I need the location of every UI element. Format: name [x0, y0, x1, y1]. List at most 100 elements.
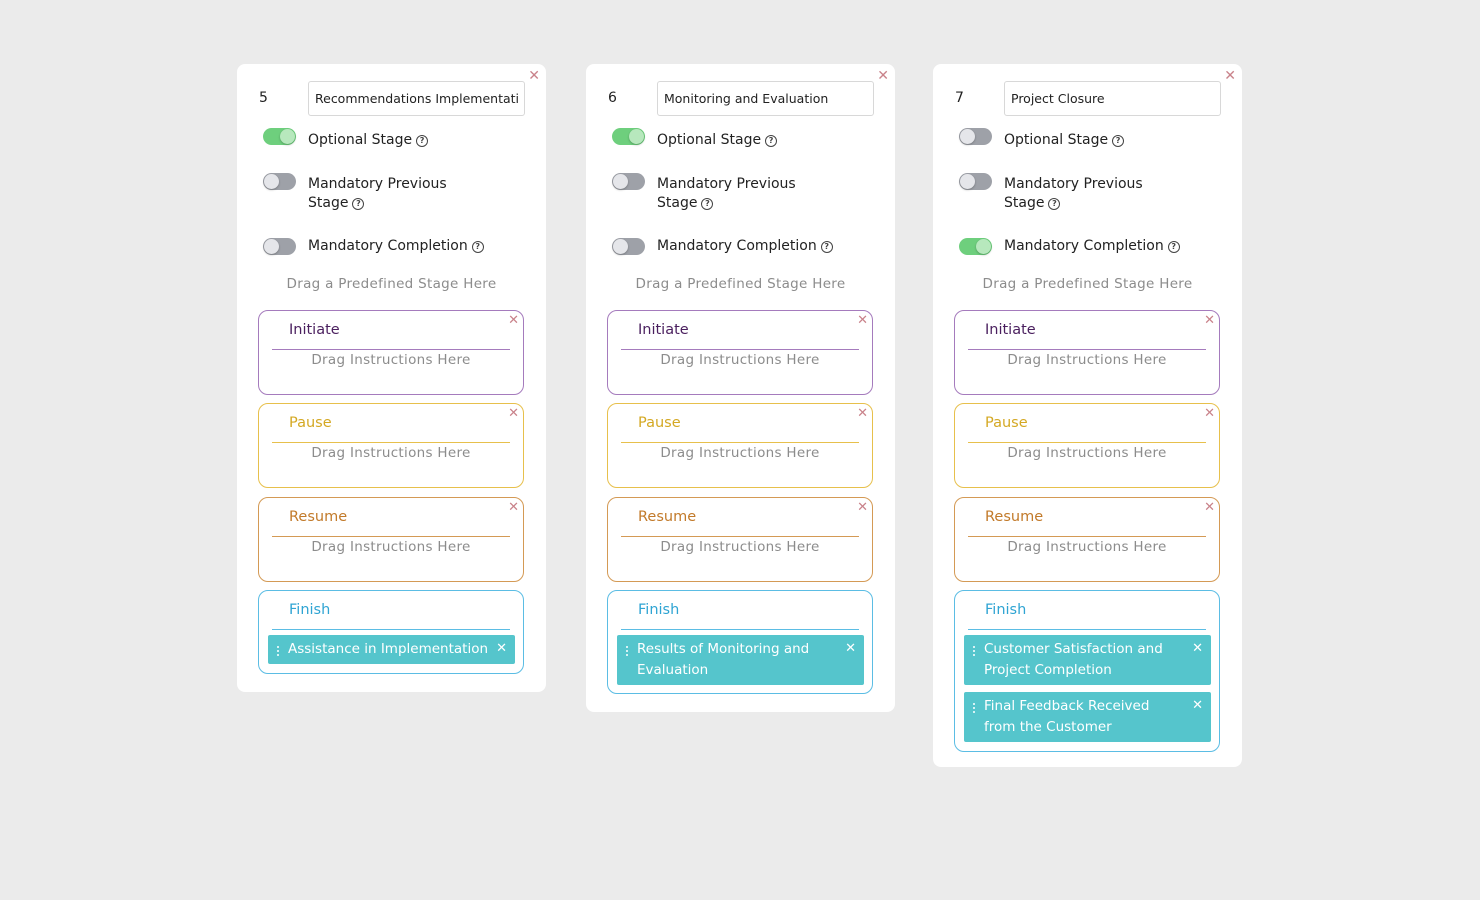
resume-title: Resume	[985, 509, 1044, 525]
toggle-knob	[264, 239, 279, 254]
toggle-knob	[613, 174, 628, 189]
divider	[621, 536, 859, 537]
instructions-hint: Drag Instructions Here	[1007, 539, 1167, 555]
mandatory-completion-toggle[interactable]	[612, 238, 645, 255]
help-icon[interactable]: ?	[1167, 241, 1180, 253]
mandatory-previous-toggle[interactable]	[612, 173, 645, 190]
initiate-title: Initiate	[985, 322, 1036, 338]
mandatory-previous-toggle[interactable]	[959, 173, 992, 190]
divider	[968, 349, 1206, 350]
instruction-chip[interactable]: Final Feedback Received from the Custome…	[964, 692, 1211, 742]
finish-title: Finish	[985, 602, 1027, 618]
help-icon[interactable]: ?	[701, 198, 714, 210]
predefined-stage-dropzone[interactable]: Drag a Predefined Stage Here	[237, 276, 546, 292]
stage-card: ✕ 5 Optional Stage? Mandatory PreviousSt…	[237, 64, 546, 692]
optional-stage-label: Optional Stage?	[308, 131, 429, 150]
drag-handle-icon[interactable]	[973, 646, 977, 656]
drag-handle-icon[interactable]	[626, 646, 630, 656]
instruction-chip[interactable]: Customer Satisfaction and Project Comple…	[964, 635, 1211, 685]
stage-name-input[interactable]	[1004, 81, 1221, 116]
close-icon[interactable]: ✕	[496, 638, 507, 659]
instruction-label: Final Feedback Received from the Custome…	[984, 698, 1150, 735]
help-icon[interactable]: ?	[352, 198, 365, 210]
close-icon[interactable]: ✕	[1204, 314, 1215, 328]
finish-dropzone[interactable]: Finish Assistance in Implementation ✕	[258, 590, 524, 674]
mandatory-completion-toggle[interactable]	[959, 238, 992, 255]
divider	[272, 629, 510, 630]
stage-number: 7	[955, 90, 964, 106]
mandatory-previous-label: Mandatory Previous Stage?	[308, 176, 447, 211]
divider	[272, 442, 510, 443]
finish-dropzone[interactable]: Finish Customer Satisfaction and Project…	[954, 590, 1220, 752]
toggle-knob	[280, 129, 295, 144]
finish-title: Finish	[289, 602, 331, 618]
instruction-label: Results of Monitoring and Evaluation	[637, 641, 810, 678]
help-icon[interactable]: ?	[1048, 198, 1061, 210]
close-icon[interactable]: ✕	[508, 407, 519, 421]
close-icon[interactable]: ✕	[877, 68, 889, 84]
drag-handle-icon[interactable]	[973, 703, 977, 713]
close-icon[interactable]: ✕	[528, 68, 540, 84]
predefined-stage-dropzone[interactable]: Drag a Predefined Stage Here	[933, 276, 1242, 292]
predefined-stage-dropzone[interactable]: Drag a Predefined Stage Here	[586, 276, 895, 292]
close-icon[interactable]: ✕	[1192, 638, 1203, 659]
instructions-hint: Drag Instructions Here	[660, 445, 820, 461]
stage-card: ✕ 6 Optional Stage? Mandatory PreviousSt…	[586, 64, 895, 712]
instruction-label: Customer Satisfaction and Project Comple…	[984, 641, 1163, 678]
initiate-title: Initiate	[289, 322, 340, 338]
stage-header: 5	[258, 81, 526, 116]
optional-stage-toggle[interactable]	[612, 128, 645, 145]
mandatory-completion-toggle[interactable]	[263, 238, 296, 255]
close-icon[interactable]: ✕	[857, 501, 868, 515]
instruction-chip[interactable]: Results of Monitoring and Evaluation ✕	[617, 635, 864, 685]
pause-dropzone[interactable]: ✕ Pause Drag Instructions Here	[258, 403, 524, 488]
help-icon[interactable]: ?	[765, 135, 778, 147]
close-icon[interactable]: ✕	[857, 407, 868, 421]
finish-dropzone[interactable]: Finish Results of Monitoring and Evaluat…	[607, 590, 873, 694]
close-icon[interactable]: ✕	[1192, 695, 1203, 716]
toggle-knob	[264, 174, 279, 189]
close-icon[interactable]: ✕	[845, 638, 856, 659]
pause-title: Pause	[638, 415, 681, 431]
initiate-dropzone[interactable]: ✕ Initiate Drag Instructions Here	[258, 310, 524, 395]
mandatory-completion-label: Mandatory Completion?	[657, 237, 833, 256]
resume-dropzone[interactable]: ✕ Resume Drag Instructions Here	[607, 497, 873, 582]
help-icon[interactable]: ?	[820, 241, 833, 253]
initiate-dropzone[interactable]: ✕ Initiate Drag Instructions Here	[954, 310, 1220, 395]
optional-stage-label: Optional Stage?	[657, 131, 778, 150]
drag-handle-icon[interactable]	[277, 646, 281, 656]
optional-stage-toggle[interactable]	[959, 128, 992, 145]
initiate-dropzone[interactable]: ✕ Initiate Drag Instructions Here	[607, 310, 873, 395]
instructions-hint: Drag Instructions Here	[311, 352, 471, 368]
help-icon[interactable]: ?	[1112, 135, 1125, 147]
mandatory-previous-label: Mandatory Previous Stage?	[1004, 176, 1143, 211]
resume-dropzone[interactable]: ✕ Resume Drag Instructions Here	[954, 497, 1220, 582]
instruction-chip[interactable]: Assistance in Implementation ✕	[268, 635, 515, 664]
instruction-label: Assistance in Implementation	[288, 641, 489, 657]
instructions-hint: Drag Instructions Here	[311, 445, 471, 461]
pause-dropzone[interactable]: ✕ Pause Drag Instructions Here	[607, 403, 873, 488]
close-icon[interactable]: ✕	[1204, 407, 1215, 421]
close-icon[interactable]: ✕	[1204, 501, 1215, 515]
optional-stage-toggle[interactable]	[263, 128, 296, 145]
close-icon[interactable]: ✕	[857, 314, 868, 328]
toggle-knob	[613, 239, 628, 254]
finish-title: Finish	[638, 602, 680, 618]
pause-dropzone[interactable]: ✕ Pause Drag Instructions Here	[954, 403, 1220, 488]
pause-title: Pause	[289, 415, 332, 431]
initiate-title: Initiate	[638, 322, 689, 338]
mandatory-previous-toggle[interactable]	[263, 173, 296, 190]
close-icon[interactable]: ✕	[508, 314, 519, 328]
divider	[968, 536, 1206, 537]
stage-name-input[interactable]	[657, 81, 874, 116]
pause-title: Pause	[985, 415, 1028, 431]
toggle-knob	[629, 129, 644, 144]
help-icon[interactable]: ?	[471, 241, 484, 253]
instructions-hint: Drag Instructions Here	[1007, 352, 1167, 368]
close-icon[interactable]: ✕	[508, 501, 519, 515]
help-icon[interactable]: ?	[416, 135, 429, 147]
close-icon[interactable]: ✕	[1224, 68, 1236, 84]
mandatory-previous-label: Mandatory Previous Stage?	[657, 176, 796, 211]
resume-dropzone[interactable]: ✕ Resume Drag Instructions Here	[258, 497, 524, 582]
stage-name-input[interactable]	[308, 81, 525, 116]
